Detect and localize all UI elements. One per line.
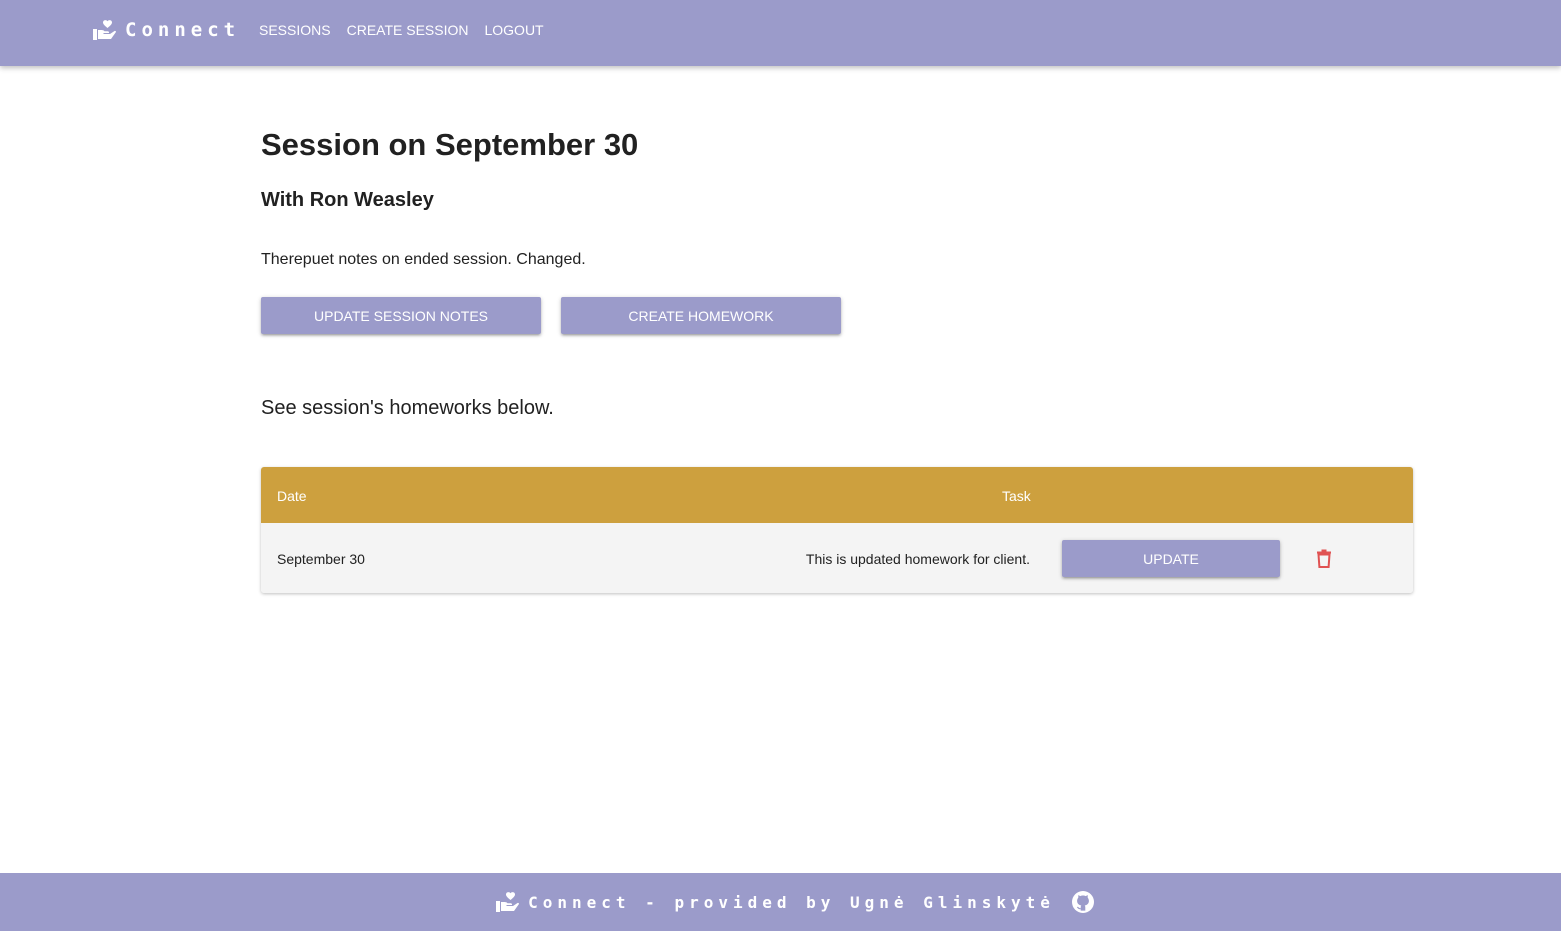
table-row: September 30 This is updated homework fo… bbox=[261, 523, 1413, 593]
create-homework-button[interactable]: CREATE HOMEWORK bbox=[561, 297, 841, 334]
column-header-task: Task bbox=[1002, 488, 1031, 504]
hand-heart-icon bbox=[93, 20, 116, 40]
nav-link-create-session[interactable]: CREATE SESSION bbox=[347, 22, 469, 38]
update-session-notes-button[interactable]: UPDATE SESSION NOTES bbox=[261, 297, 541, 334]
hand-heart-icon bbox=[496, 892, 520, 912]
delete-homework-button[interactable] bbox=[1314, 548, 1334, 568]
github-link[interactable] bbox=[1071, 890, 1095, 914]
navbar: Connect SESSIONS CREATE SESSION LOGOUT bbox=[0, 0, 1561, 66]
homeworks-intro: See session's homeworks below. bbox=[261, 397, 554, 419]
update-homework-button[interactable]: UPDATE bbox=[1062, 540, 1280, 577]
brand-name: Connect bbox=[125, 19, 241, 41]
homework-task: This is updated homework for client. bbox=[805, 551, 1030, 567]
github-icon bbox=[1071, 891, 1094, 913]
nav-links: SESSIONS CREATE SESSION LOGOUT bbox=[259, 22, 560, 38]
homework-date: September 30 bbox=[277, 551, 365, 567]
homework-table: Date Task September 30 This is updated h… bbox=[261, 467, 1413, 593]
page-title: Session on September 30 bbox=[261, 127, 639, 162]
brand-logo-link[interactable]: Connect bbox=[93, 17, 240, 43]
nav-link-sessions[interactable]: SESSIONS bbox=[259, 22, 331, 38]
nav-link-logout[interactable]: LOGOUT bbox=[484, 22, 543, 38]
footer-credit: Connect - provided by Ugnė Glinskytė bbox=[528, 892, 1055, 912]
session-notes: Therepuet notes on ended session. Change… bbox=[261, 251, 586, 268]
trash-icon bbox=[1317, 549, 1331, 568]
footer: Connect - provided by Ugnė Glinskytė bbox=[0, 873, 1561, 931]
client-name: With Ron Weasley bbox=[261, 189, 434, 211]
table-header: Date Task bbox=[261, 467, 1413, 523]
column-header-date: Date bbox=[277, 488, 307, 504]
footer-content: Connect - provided by Ugnė Glinskytė bbox=[496, 890, 1095, 914]
